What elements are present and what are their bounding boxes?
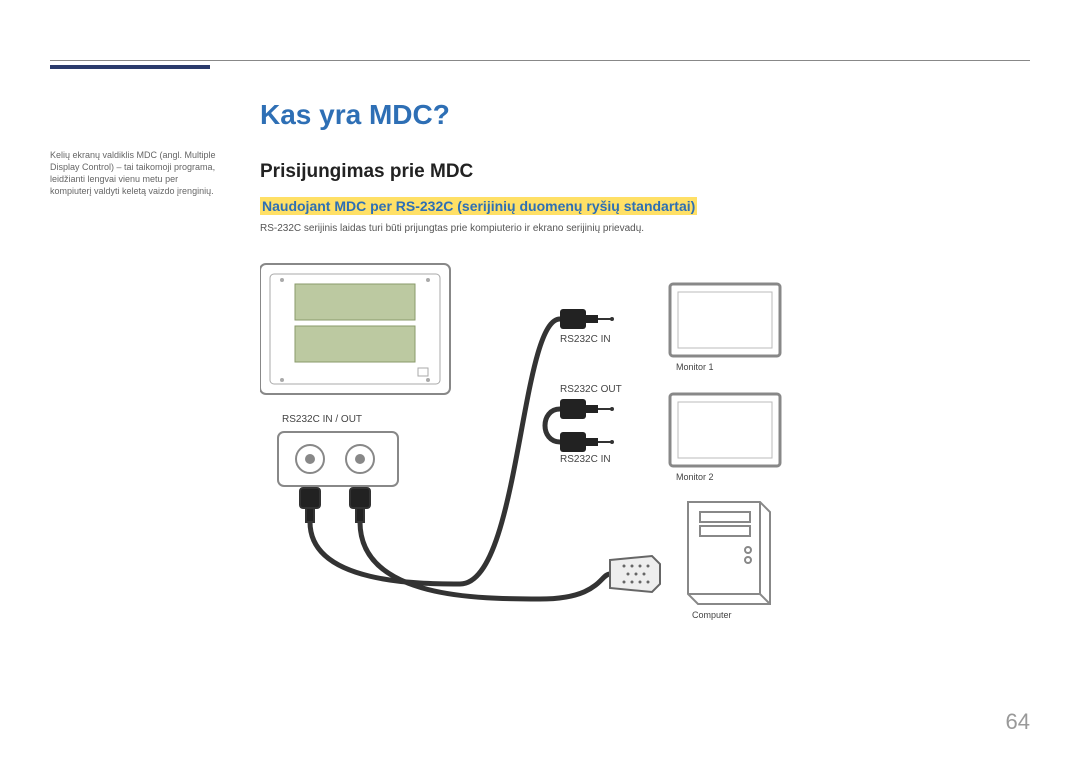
page: Kelių ekranų valdiklis MDC (angl. Multip… <box>0 0 1080 763</box>
label-monitor-2: Monitor 2 <box>676 472 714 482</box>
sub-heading: Naudojant MDC per RS-232C (serijinių duo… <box>260 197 697 215</box>
page-title: Kas yra MDC? <box>260 99 1030 131</box>
label-ports-header: RS232C IN / OUT <box>282 414 362 425</box>
sidebar-note: Kelių ekranų valdiklis MDC (angl. Multip… <box>50 99 220 634</box>
content-columns: Kelių ekranų valdiklis MDC (angl. Multip… <box>50 99 1030 634</box>
main-content: Kas yra MDC? Prisijungimas prie MDC Naud… <box>260 99 1030 634</box>
label-monitor-1: Monitor 1 <box>676 362 714 372</box>
label-computer: Computer <box>692 610 732 620</box>
label-rs-in-2: RS232C IN <box>560 454 611 465</box>
top-divider <box>50 60 1030 61</box>
label-rs-out: RS232C OUT <box>560 384 622 395</box>
label-rs-in-1: RS232C IN <box>560 334 611 345</box>
page-number: 64 <box>1006 709 1030 735</box>
connection-diagram: RS232C IN / OUT RS232C IN RS232C OUT RS2… <box>260 254 960 634</box>
section-heading: Prisijungimas prie MDC <box>260 161 1030 183</box>
accent-bar <box>50 65 210 69</box>
body-text: RS-232C serijinis laidas turi būti priju… <box>260 223 1030 234</box>
